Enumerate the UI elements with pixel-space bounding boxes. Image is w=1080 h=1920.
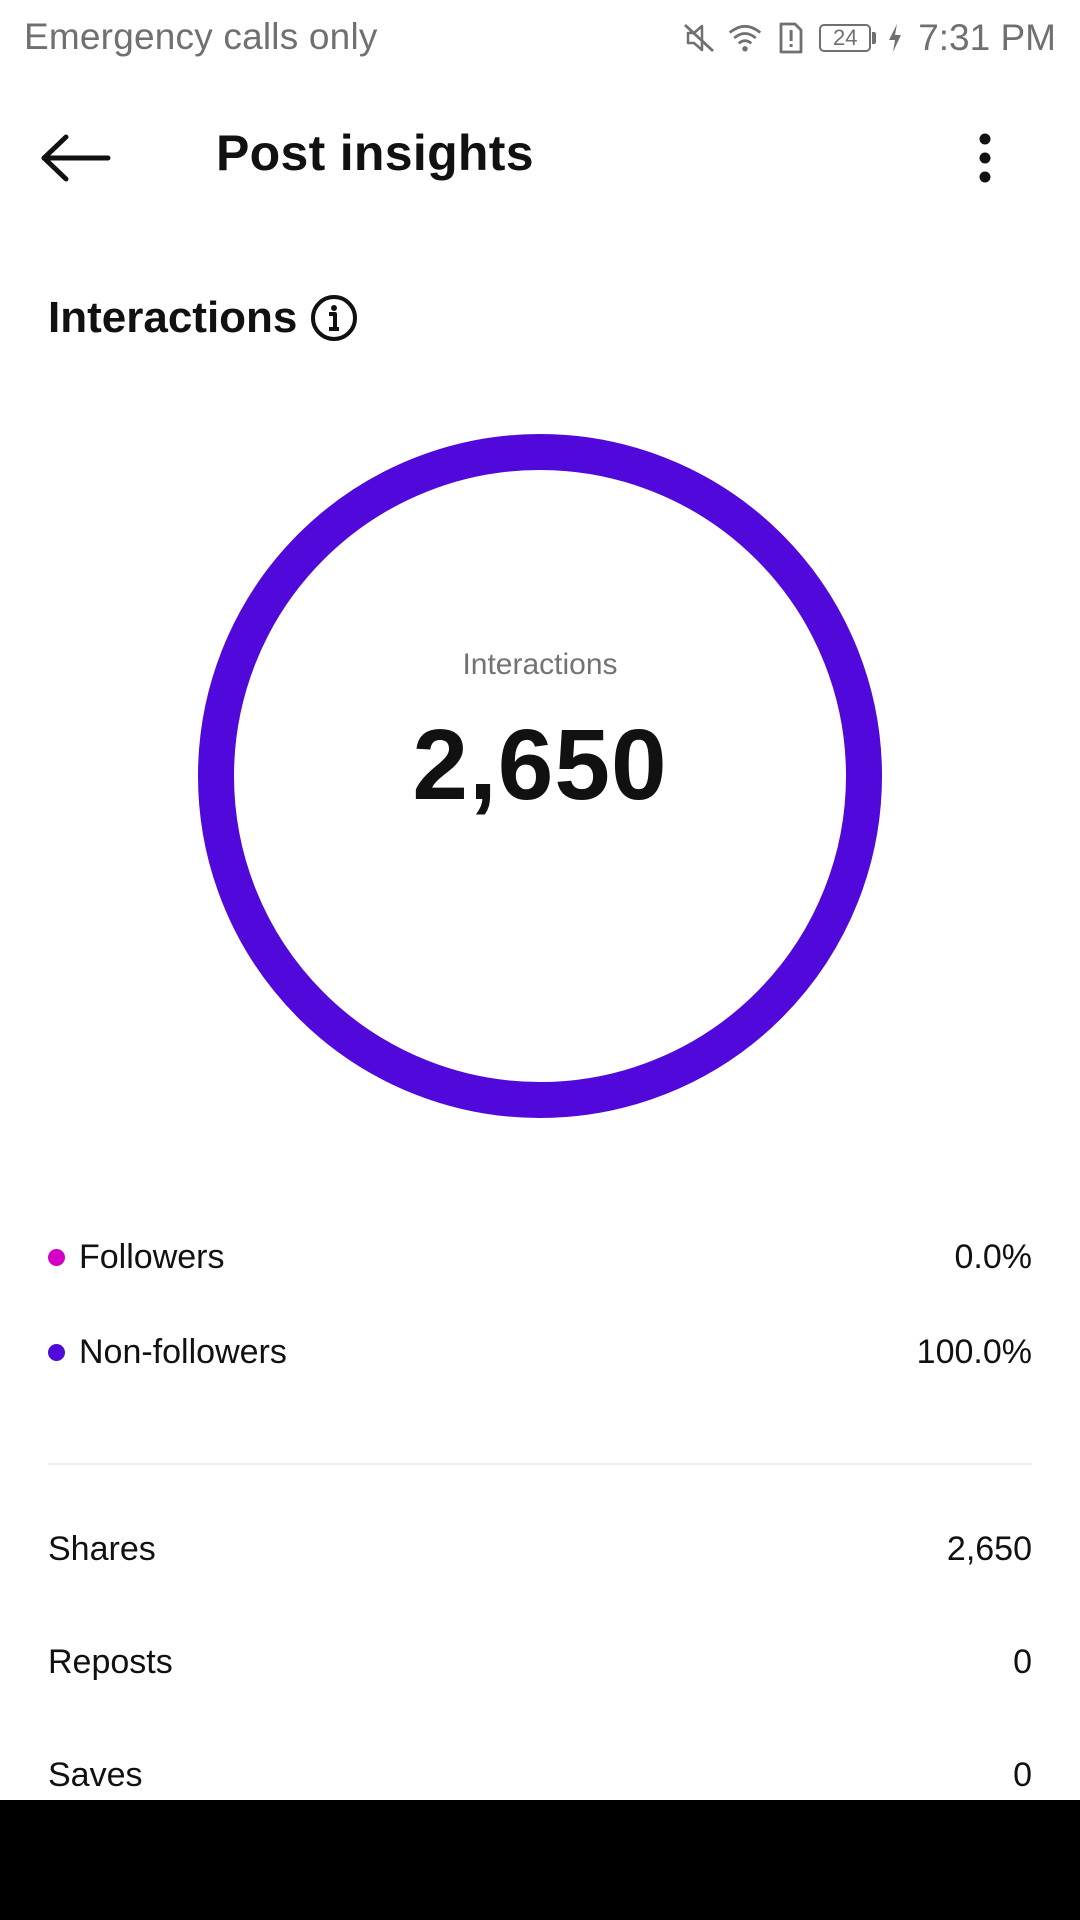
battery-level: 24 (819, 24, 872, 52)
metric-label: Reposts (48, 1642, 173, 1681)
info-button[interactable] (310, 294, 358, 347)
page-title: Post insights (216, 125, 534, 181)
legend-label: Non-followers (79, 1332, 287, 1371)
legend-item-non-followers: Non-followers 100.0% (48, 1322, 1032, 1382)
donut-center-label: Interactions (462, 648, 618, 681)
more-options-button[interactable] (950, 120, 1020, 200)
legend-value: 100.0% (916, 1332, 1032, 1371)
battery-icon: 24 (819, 24, 877, 52)
arrow-left-icon (40, 133, 112, 188)
charging-icon (886, 18, 904, 58)
legend-value: 0.0% (954, 1237, 1033, 1276)
metric-label: Shares (48, 1529, 156, 1568)
more-vertical-icon (978, 132, 992, 189)
legend-label: Followers (79, 1237, 225, 1276)
followers-dot (48, 1248, 65, 1266)
section-title: Interactions (48, 293, 298, 342)
donut-center-value: 2,650 (412, 709, 668, 821)
carrier-text: Emergency calls only (24, 16, 378, 57)
back-button[interactable] (40, 120, 130, 200)
mute-icon (681, 18, 717, 58)
non-followers-dot (48, 1343, 65, 1361)
sim-alert-icon (773, 18, 809, 58)
metric-label: Saves (48, 1755, 143, 1794)
status-bar: Emergency calls only 24 7:31 PM (0, 0, 1080, 76)
metric-row-shares: Shares 2,650 (48, 1519, 1032, 1579)
metric-value: 0 (1013, 1755, 1032, 1794)
legend-item-followers: Followers 0.0% (48, 1227, 1032, 1287)
status-time: 7:31 PM (918, 17, 1056, 58)
metric-value: 2,650 (946, 1529, 1032, 1568)
metric-row-saves: Saves 0 (48, 1745, 1032, 1805)
system-nav-bar (0, 1800, 1080, 1920)
status-icons: 24 7:31 PM (681, 12, 1056, 64)
divider (48, 1463, 1032, 1465)
metric-row-reposts: Reposts 0 (48, 1632, 1032, 1692)
info-icon (310, 294, 358, 347)
metric-value: 0 (1013, 1642, 1032, 1681)
wifi-icon (727, 18, 763, 58)
